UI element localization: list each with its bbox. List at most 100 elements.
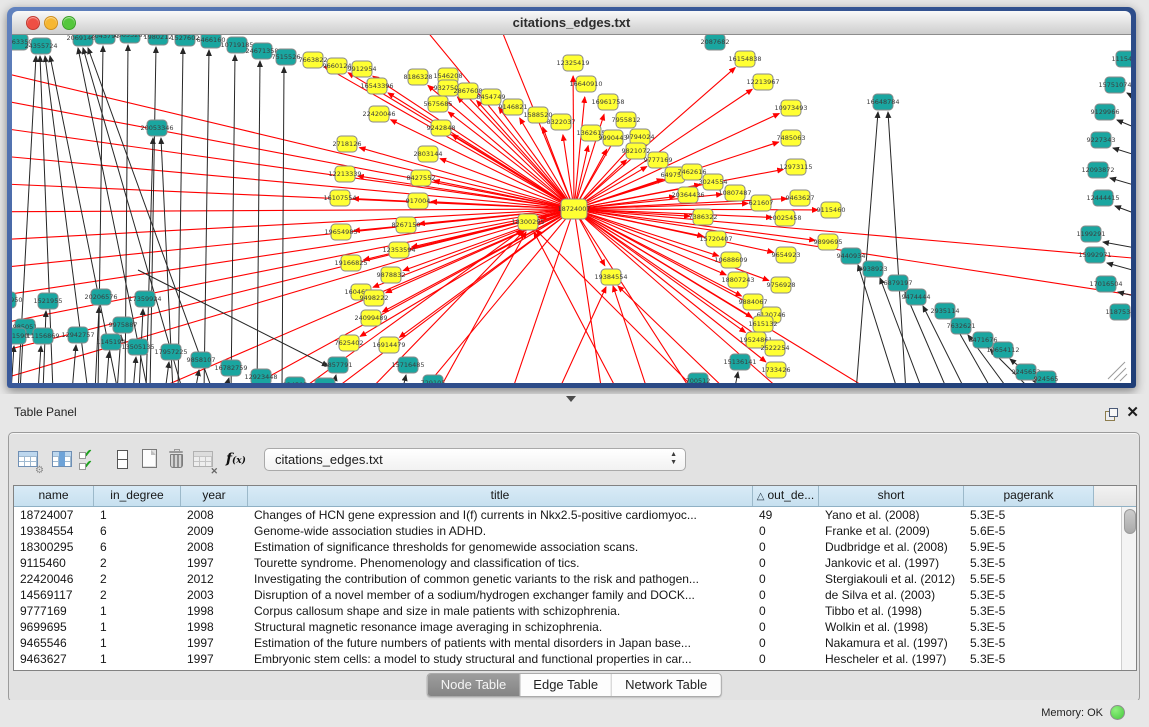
graph-node[interactable]: 16543396 [360,78,393,94]
table-select[interactable]: citations_edges.txt ▲▼ [264,448,686,471]
graph-node[interactable]: 10973493 [774,100,807,116]
graph-node[interactable]: 12923448 [244,369,277,383]
table-row[interactable]: 969969511998Structural magnetic resonanc… [14,619,1136,635]
table-row[interactable]: 1872400712008Changes of HCN gene express… [14,507,1136,523]
graph-node[interactable]: 2522254 [761,340,790,356]
graph-node[interactable]: 12325419 [556,55,589,71]
memory-status-dot[interactable] [1110,705,1125,720]
graph-node[interactable]: 9777169 [644,152,673,168]
network-canvas[interactable]: 1232541916640910169617587955812832203713… [12,35,1131,383]
graph-node[interactable]: 9115460 [817,202,846,218]
graph-node[interactable]: 9463627 [786,190,815,206]
graph-node[interactable]: 9858107 [187,352,216,368]
column-header-title[interactable]: title [248,486,753,506]
graph-node[interactable]: 9474444 [902,289,931,305]
graph-node[interactable]: 7515526 [272,49,301,65]
column-header-short[interactable]: short [819,486,964,506]
table-row[interactable]: 946362711997Embryonic stem cells: a mode… [14,651,1136,667]
panel-drag-handle[interactable] [566,396,576,402]
graph-node[interactable]: 25166950 [12,292,23,308]
table-row[interactable]: 1938455462009Genome-wide association stu… [14,523,1136,539]
graph-node[interactable]: 924565 [1034,371,1059,383]
graph-node[interactable]: 9938923 [859,261,888,277]
row-selection-button[interactable]: ✔✔ [79,447,106,474]
graph-node[interactable]: 15136141 [723,354,756,370]
graph-node[interactable]: 9440934 [837,248,866,264]
graph-node[interactable]: 22420046 [362,106,395,122]
graph-node[interactable]: 700512 [686,373,711,383]
graph-node[interactable]: 9498222 [360,290,389,306]
graph-node[interactable]: 7625402 [335,335,364,351]
table-row[interactable]: 977716911998Corpus callosum shape and si… [14,603,1136,619]
graph-node[interactable]: 1115480 [1112,51,1131,67]
graph-node[interactable]: 9912954 [348,61,377,77]
graph-node[interactable]: 7386322 [689,209,718,225]
graph-node[interactable]: 9990443 [599,130,628,146]
graph-node[interactable]: 16154838 [728,51,761,67]
graph-node[interactable]: 19384554 [594,269,627,285]
column-header-name[interactable]: name [14,486,94,506]
graph-node[interactable]: 19654985 [324,224,357,240]
graph-node[interactable]: 20053346 [140,120,173,136]
graph-node[interactable]: 17359924 [128,291,161,307]
graph-node[interactable]: 5675685 [424,96,453,112]
graph-node[interactable]: 1980212 [144,35,173,45]
graph-node[interactable]: 16961758 [591,94,624,110]
function-builder-button[interactable]: f(x) [224,447,251,474]
float-panel-icon[interactable] [1105,408,1118,421]
graph-node[interactable]: 7632621 [947,318,976,334]
graph-node[interactable]: 1187534 [1106,304,1131,320]
table-row[interactable]: 911546021997Tourette syndrome. Phenomeno… [14,555,1136,571]
column-header-pagerank[interactable]: pagerank [964,486,1094,506]
graph-node[interactable]: 1615132 [749,316,778,332]
graph-node[interactable]: 10688609 [714,252,747,268]
graph-node[interactable]: 16107554 [323,190,356,206]
graph-node[interactable]: 3024554 [699,174,728,190]
graph-node[interactable]: 15751074 [1098,77,1131,93]
graph-node[interactable]: 8267150 [392,217,421,233]
graph-node[interactable]: 9878832 [377,267,406,283]
graph-node[interactable]: 2935114 [931,303,960,319]
tab-network-table[interactable]: Network Table [612,674,720,696]
column-header-in-degree[interactable]: in_degree [94,486,181,506]
graph-node[interactable]: 2087682 [701,35,730,50]
graph-node[interactable]: 8186328 [404,69,433,85]
graph-node[interactable]: 16648784 [866,94,899,110]
graph-node[interactable]: 1521955 [34,293,63,309]
graph-node[interactable]: 12093872 [1081,162,1114,178]
table-scrollbar-thumb[interactable] [1124,509,1136,534]
graph-node[interactable]: 6879197 [884,275,913,291]
graph-node[interactable]: 18807243 [721,272,754,288]
graph-node[interactable]: 12444415 [1086,190,1119,206]
close-panel-icon[interactable]: ✕ [1126,403,1139,421]
window-resize-grip[interactable] [1108,362,1127,381]
graph-node[interactable]: 621607 [749,195,774,211]
graph-node[interactable]: 9129966 [1091,104,1120,120]
graph-node[interactable]: 15720407 [699,231,732,247]
graph-node[interactable]: 9975887 [109,317,138,333]
graph-node[interactable]: 15716485 [391,357,424,373]
graph-node[interactable]: 9227343 [1087,132,1116,148]
graph-node[interactable]: 16640910 [569,76,602,92]
graph-node[interactable]: 1527602 [171,35,200,46]
table-row[interactable]: 1456911722003Disruption of a novel membe… [14,587,1136,603]
window-titlebar[interactable]: citations_edges.txt [12,11,1131,35]
table-row[interactable]: 1830029562008Estimation of significance … [14,539,1136,555]
graph-node[interactable]: 924505 [283,377,308,383]
graph-node[interactable]: 729105 [421,375,446,383]
graph-node[interactable]: 1199291 [1077,226,1106,242]
graph-node[interactable]: 19166825 [334,255,367,271]
graph-node[interactable]: 1733426 [762,362,791,378]
tab-edge-table[interactable]: Edge Table [520,674,612,696]
new-column-button[interactable] [137,447,164,474]
tab-node-table[interactable]: Node Table [428,674,521,696]
graph-node[interactable]: 8427552 [407,170,436,186]
graph-node[interactable]: 2718126 [333,136,362,152]
column-header-out-de[interactable]: △out_de... [753,486,819,506]
table-scrollbar[interactable] [1121,507,1136,670]
graph-node[interactable]: 9654923 [772,247,801,263]
graph-node[interactable]: 9899695 [814,234,843,250]
split-rows-button[interactable] [109,447,136,474]
table-options-button[interactable]: ⚙ [16,447,43,474]
graph-node[interactable]: 15992971 [1078,247,1111,263]
